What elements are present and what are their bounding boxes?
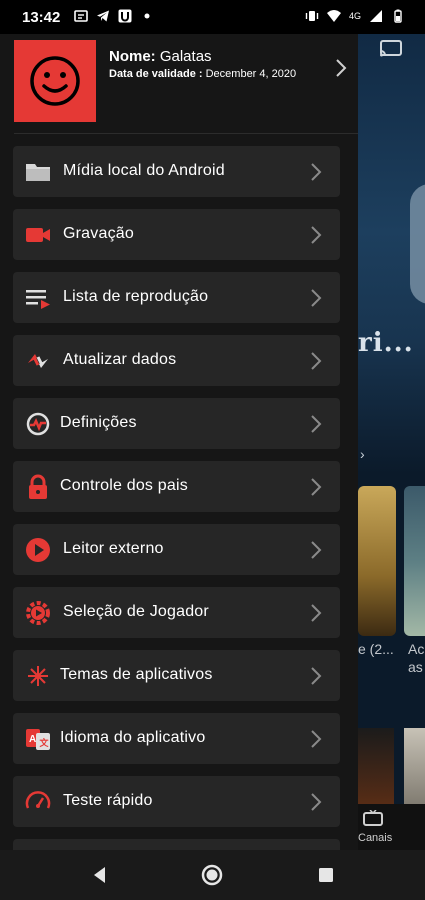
svg-text:文: 文 <box>39 737 50 748</box>
language-icon: A文 <box>26 729 50 750</box>
play-circle-icon <box>26 538 50 562</box>
banner-title: ri... <box>358 328 414 358</box>
profile-header[interactable]: Nome: Galatas Data de validade : Decembe… <box>0 34 358 134</box>
nav-label-channels[interactable]: Canais <box>358 832 392 844</box>
profile-name: Nome: Galatas <box>109 48 212 65</box>
settings-gauge-icon <box>26 412 50 436</box>
app-bottom-nav: Canais <box>358 804 425 850</box>
dot-icon <box>144 13 150 19</box>
menu-item-label: Definições <box>60 414 137 431</box>
telegram-icon <box>97 10 109 22</box>
back-icon[interactable] <box>88 863 112 887</box>
menu-item-label: Controle dos pais <box>60 477 188 494</box>
player-gear-icon <box>26 601 50 625</box>
menu-item-parental-control[interactable]: Controle dos pais <box>13 461 340 512</box>
menu-item-label: Lista de reprodução <box>63 288 209 305</box>
recent-apps-icon[interactable] <box>314 863 338 887</box>
featured-banner <box>358 34 425 474</box>
content-card[interactable] <box>404 486 425 636</box>
svg-text:A: A <box>29 734 36 745</box>
background-app: ri... › e (2... Ac as Canais <box>358 34 425 850</box>
menu-item-player-selection[interactable]: Seleção de Jogador <box>13 587 340 638</box>
menu-item-label: Leitor externo <box>63 540 164 557</box>
navigation-drawer: Nome: Galatas Data de validade : Decembe… <box>0 34 358 850</box>
chevron-right-icon <box>311 730 322 748</box>
name-value: Galatas <box>159 48 212 65</box>
menu-item-partial[interactable] <box>13 839 340 850</box>
expiry-value: December 4, 2020 <box>205 68 297 80</box>
home-icon[interactable] <box>200 863 224 887</box>
menu-item-label: Mídia local do Android <box>63 162 225 179</box>
video-camera-icon <box>26 228 50 242</box>
menu-item-recording[interactable]: Gravação <box>13 209 340 260</box>
notification-icons <box>74 9 154 23</box>
theme-burst-icon <box>28 666 48 686</box>
menu-item-playlist[interactable]: Lista de reprodução <box>13 272 340 323</box>
card-caption: e (2... <box>358 641 394 657</box>
banner-figure <box>410 184 425 304</box>
menu-item-app-themes[interactable]: Temas de aplicativos <box>13 650 340 701</box>
chevron-right-icon <box>311 793 322 811</box>
menu-item-label: Seleção de Jogador <box>63 603 209 620</box>
status-bar: 13:42 4G <box>0 0 425 34</box>
lock-icon <box>29 474 47 499</box>
menu-item-external-player[interactable]: Leitor externo <box>13 524 340 575</box>
card-caption: Ac as <box>408 641 425 675</box>
message-icon <box>74 10 88 22</box>
menu-item-refresh-data[interactable]: Atualizar dados <box>13 335 340 386</box>
name-label: Nome: <box>109 48 156 65</box>
menu-item-label: Idioma do aplicativo <box>60 729 206 746</box>
chevron-right-icon <box>311 163 322 181</box>
avatar <box>14 40 96 122</box>
speedometer-icon <box>25 791 51 809</box>
menu-item-label: Atualizar dados <box>63 351 177 368</box>
chevron-right-icon: › <box>360 446 365 462</box>
menu-item-speed-test[interactable]: Teste rápido <box>13 776 340 827</box>
playlist-icon <box>26 290 50 309</box>
menu-item-settings[interactable]: Definições <box>13 398 340 449</box>
folder-icon <box>26 164 50 181</box>
signal-icon <box>370 10 382 22</box>
chevron-right-icon <box>311 604 322 622</box>
content-card[interactable] <box>358 486 396 636</box>
refresh-arrows-icon <box>28 354 48 368</box>
menu-item-label: Teste rápido <box>63 792 153 809</box>
status-time: 13:42 <box>22 9 61 26</box>
menu-item-android-local-media[interactable]: Mídia local do Android <box>13 146 340 197</box>
menu-item-label: Gravação <box>63 225 134 242</box>
tv-icon[interactable] <box>362 810 384 826</box>
smiley-face-icon <box>30 56 80 106</box>
network-type: 4G <box>348 11 361 21</box>
chevron-right-icon <box>311 289 322 307</box>
chevron-right-icon <box>311 415 322 433</box>
chevron-right-icon <box>311 226 322 244</box>
cast-icon[interactable] <box>378 38 404 60</box>
divider <box>14 133 358 134</box>
wifi-icon <box>326 10 341 22</box>
chevron-right-icon <box>311 667 322 685</box>
chevron-right-icon <box>311 352 322 370</box>
chevron-right-icon[interactable] <box>334 58 348 78</box>
system-status-icons: 4G <box>305 9 405 23</box>
menu-item-label: Temas de aplicativos <box>60 666 213 683</box>
chevron-right-icon <box>311 541 322 559</box>
menu-item-app-language[interactable]: A文 Idioma do aplicativo <box>13 713 340 764</box>
battery-icon <box>394 9 402 23</box>
vibrate-icon <box>305 11 319 21</box>
profile-expiry: Data de validade : December 4, 2020 <box>109 68 296 80</box>
expiry-label: Data de validade : <box>109 68 203 80</box>
chevron-right-icon <box>311 478 322 496</box>
system-navigation-bar <box>0 850 425 900</box>
u-app-icon <box>118 9 132 23</box>
